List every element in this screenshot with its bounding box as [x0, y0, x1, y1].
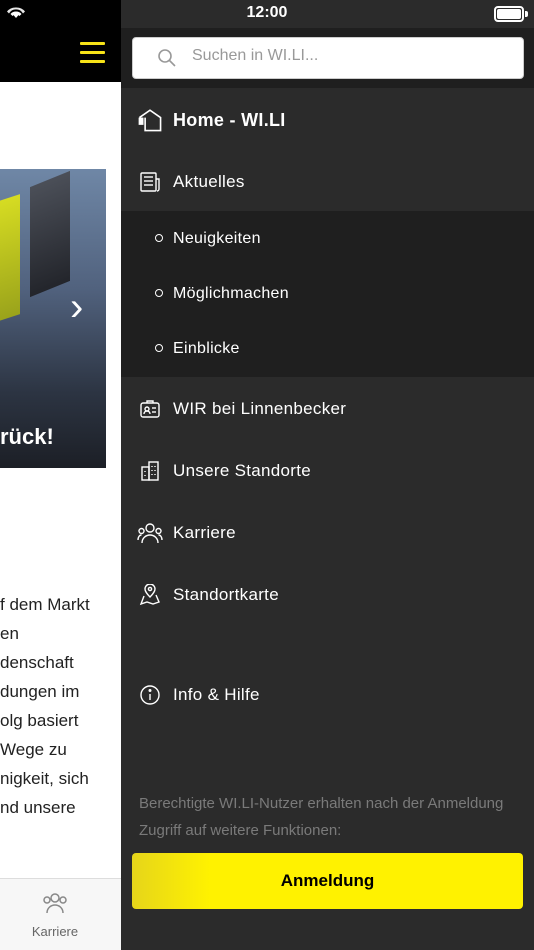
nav-subitem-einblicke[interactable]: Einblicke — [121, 322, 534, 378]
nav-item-info[interactable]: Info & Hilfe — [121, 667, 534, 723]
search-input[interactable] — [190, 46, 494, 66]
bullet-icon — [155, 344, 163, 352]
map-pin-icon — [137, 582, 163, 608]
intro-line: nd unsere — [0, 798, 76, 817]
intro-line: nigkeit, sich — [0, 769, 89, 788]
people-icon — [137, 520, 163, 546]
submenu-aktuelles: Neuigkeiten Möglichmachen Einblicke — [121, 211, 534, 377]
battery-icon — [494, 6, 524, 22]
background-page: › rück! f dem Markt en denschaft dungen … — [0, 0, 121, 950]
intro-text: f dem Markt en denschaft dungen im olg b… — [0, 590, 121, 822]
nav-item-label: Info & Hilfe — [173, 685, 260, 704]
hero-slider[interactable]: › rück! — [0, 169, 106, 468]
nav-item-standortkarte[interactable]: Standortkarte — [121, 567, 534, 623]
intro-line: f dem Markt — [0, 595, 90, 614]
login-info-text: Berechtigte WI.LI-Nutzer erhalten nach d… — [139, 795, 504, 839]
hero-image-flag — [30, 170, 70, 298]
nav-item-standorte[interactable]: Unsere Standorte — [121, 443, 534, 499]
newspaper-icon — [137, 169, 163, 195]
hamburger-menu-icon[interactable] — [80, 42, 105, 64]
bullet-icon — [155, 289, 163, 297]
intro-line: Wege zu — [0, 740, 67, 759]
house-icon — [137, 107, 163, 133]
intro-line: olg basiert — [0, 711, 79, 730]
status-bar: 12:00 — [0, 0, 534, 28]
nav-item-home[interactable]: Home - WI.LI — [121, 92, 534, 148]
login-button[interactable]: Anmeldung — [132, 853, 523, 909]
nav-item-label: WIR bei Linnenbecker — [173, 399, 347, 418]
intro-line: denschaft — [0, 653, 74, 672]
info-icon — [137, 682, 163, 708]
navigation-drawer: Home - WI.LI Aktuelles Neuigkeiten Mögli… — [121, 0, 534, 950]
nav-subitem-label: Neuigkeiten — [173, 230, 261, 247]
nav-subitem-neuigkeiten[interactable]: Neuigkeiten — [121, 212, 534, 268]
nav-subitem-label: Einblicke — [173, 340, 240, 357]
search-icon — [157, 48, 177, 68]
hero-title: rück! — [0, 424, 54, 449]
nav-item-label: Standortkarte — [173, 585, 279, 604]
bullet-icon — [155, 234, 163, 242]
people-icon[interactable] — [42, 891, 68, 915]
nav-subitem-label: Möglichmachen — [173, 285, 289, 302]
nav-item-label: Home - WI.LI — [173, 109, 286, 130]
battery-tip — [525, 11, 528, 17]
search-field[interactable] — [132, 37, 524, 79]
hero-image-flag — [0, 194, 20, 324]
slider-next-icon[interactable]: › — [70, 287, 83, 327]
tab-bar: Karriere — [0, 878, 121, 950]
nav-item-label: Unsere Standorte — [173, 461, 312, 480]
search-bar — [121, 28, 534, 88]
status-time: 12:00 — [246, 4, 288, 21]
building-icon — [137, 458, 163, 484]
nav-item-karriere[interactable]: Karriere — [121, 505, 534, 561]
tab-karriere-label[interactable]: Karriere — [0, 924, 110, 939]
nav-item-aktuelles[interactable]: Aktuelles — [121, 154, 534, 210]
intro-line: dungen im — [0, 682, 80, 701]
nav-subitem-moeglichmachen[interactable]: Möglichmachen — [121, 267, 534, 323]
intro-line: en — [0, 624, 19, 643]
nav-item-wir[interactable]: WIR bei Linnenbecker — [121, 381, 534, 437]
nav-item-label: Aktuelles — [173, 172, 245, 191]
nav-item-label: Karriere — [173, 523, 236, 542]
id-card-icon — [137, 396, 163, 422]
